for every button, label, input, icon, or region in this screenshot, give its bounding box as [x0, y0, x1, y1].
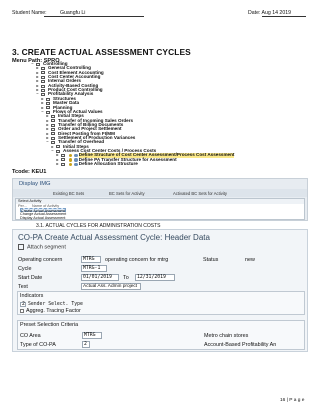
display-img-title: Display IMG — [19, 181, 51, 187]
sender-select-label: Sender Select. Type — [28, 302, 83, 307]
tcode-label: Tcode: KEU1 — [12, 169, 47, 175]
type-copa-label: Type of CO-PA — [20, 342, 56, 348]
operating-concern-field[interactable]: MTRG — [81, 256, 101, 263]
folder-icon — [41, 67, 45, 71]
aggreg-tracing-checkbox[interactable]: Aggreg. Tracing Factor — [20, 308, 81, 314]
folder-icon — [41, 88, 45, 92]
folder-icon — [51, 119, 55, 123]
activity-list: Select Activity Per... Name of Activity … — [15, 198, 305, 220]
documentation-icon[interactable] — [74, 162, 78, 167]
to-label: To — [123, 275, 129, 281]
operating-concern-desc: operating concern for mtrg — [105, 257, 169, 263]
folder-icon — [51, 136, 55, 140]
preset-title: Preset Selection Criteria — [20, 322, 79, 328]
start-date-field[interactable]: 01/01/2019 — [81, 274, 119, 281]
copa-header-screen: CO-PA Create Actual Assessment Cycle: He… — [12, 229, 308, 352]
existing-bc-sets-button[interactable]: Existing BC Sets — [53, 191, 84, 196]
folder-icon — [46, 106, 50, 110]
folder-icon — [51, 132, 55, 136]
operating-concern-label: Operating concern — [18, 257, 63, 263]
account-based-text: Account-Based Profitability An — [204, 342, 277, 348]
text-field[interactable]: Actual Ass. Admin project — [81, 283, 141, 290]
folder-icon — [41, 84, 45, 88]
activity-display[interactable]: Display Actual Assessment — [20, 216, 65, 220]
execute-icon[interactable] — [69, 162, 73, 167]
folder-icon — [41, 75, 45, 79]
tree-node[interactable]: ▸ Define Allocation Structure — [55, 161, 138, 167]
cycle-field[interactable]: MTRG-1 — [81, 265, 107, 272]
co-area-field[interactable]: MTRG — [82, 332, 102, 339]
tree-node-label: Define Allocation Structure — [78, 161, 138, 167]
folder-icon — [61, 158, 65, 162]
folder-icon — [41, 71, 45, 75]
sender-select-code[interactable]: 2 — [20, 302, 26, 307]
attach-segment-button[interactable]: Attach segment — [18, 244, 66, 250]
folder-icon — [51, 128, 55, 132]
folder-icon — [51, 114, 55, 118]
checkbox-icon — [20, 308, 24, 313]
bc-sets-activity-button[interactable]: BC Sets for Activity — [109, 191, 145, 196]
text-label: Text — [18, 284, 28, 290]
checkmark-icon — [18, 244, 24, 250]
aggreg-tracing-label: Aggreg. Tracing Factor — [26, 308, 81, 314]
folder-icon — [61, 154, 65, 158]
folder-icon — [41, 80, 45, 84]
folder-icon — [46, 97, 50, 101]
cycle-label: Cycle — [18, 266, 32, 272]
co-area-label: CO Area — [20, 333, 41, 339]
section-title: 3. CREATE ACTUAL ASSESSMENT CYCLES — [12, 47, 191, 57]
display-img-panel: Display IMG Existing BC Sets BC Sets for… — [12, 178, 308, 221]
activated-bc-sets-button[interactable]: Activated BC Sets for Activity — [173, 191, 227, 196]
to-date-field[interactable]: 12/31/2019 — [135, 274, 175, 281]
folder-icon — [51, 123, 55, 127]
img-toolbar: Existing BC Sets BC Sets for Activity Ac… — [13, 189, 307, 197]
attach-segment-label: Attach segment — [27, 244, 66, 251]
start-date-label: Start Date — [18, 275, 43, 281]
type-copa-field[interactable]: 2 — [82, 341, 90, 348]
page-footer: 16 | P a g e — [280, 398, 305, 403]
sender-select-type[interactable]: 2 Sender Select. Type — [20, 301, 83, 307]
date-underline — [262, 16, 306, 17]
status-label: Status — [203, 257, 219, 263]
metro-chain-text: Metro chain stores — [204, 333, 249, 339]
student-name-label: Student Name: — [12, 10, 47, 16]
spro-tree: − Controlling ▸ General Controlling ▸ Cost El… — [30, 61, 235, 168]
folder-icon — [61, 162, 65, 166]
expand-icon[interactable]: ▸ — [55, 161, 60, 167]
copa-title: CO-PA Create Actual Assessment Cycle: He… — [18, 233, 210, 242]
indicators-title: Indicators — [20, 293, 44, 299]
document-header: Student Name: Guangfu Li Date: Aug 14 20… — [12, 8, 308, 20]
student-name: Guangfu Li — [60, 10, 86, 16]
indicators-group: Indicators 2 Sender Select. Type Aggreg. … — [17, 291, 305, 315]
preset-selection-group: Preset Selection Criteria CO Area MTRG M… — [17, 320, 305, 350]
status-value: new — [245, 257, 255, 263]
folder-icon — [46, 101, 50, 105]
name-underline — [44, 16, 144, 17]
folder-icon — [56, 145, 60, 149]
